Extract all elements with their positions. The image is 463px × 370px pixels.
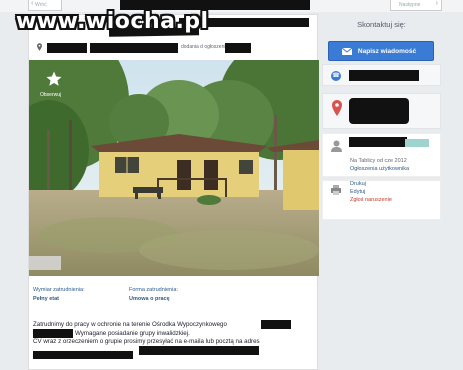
- redacted-text: [33, 329, 73, 338]
- location-row: dodania d ogłoszenia: [33, 43, 313, 53]
- actions-box: Drukuj Edytuj Zgłoś naruszenie: [322, 180, 441, 220]
- phone-icon: ☎: [331, 71, 341, 81]
- redacted-address-2: [33, 351, 133, 359]
- report-link[interactable]: Zgłoś naruszenie: [350, 197, 392, 203]
- user-ads-link[interactable]: Ogłoszenia użytkownika: [350, 166, 409, 172]
- send-message-label: Napisz wiadomość: [357, 48, 417, 55]
- next-button[interactable]: Następne: [390, 0, 442, 11]
- employment-type: Wymiar zatrudnienia: Pełny etat: [33, 287, 85, 302]
- bungalow-photo: [29, 60, 319, 276]
- star-icon[interactable]: [45, 70, 63, 88]
- redacted-location: [47, 43, 87, 53]
- redacted-phone: [349, 70, 419, 81]
- edit-link[interactable]: Edytuj: [350, 189, 365, 195]
- redacted-address: [139, 346, 259, 355]
- watermark-logo: www.wiocha.pl: [16, 9, 209, 34]
- redacted-resort-name: [261, 320, 291, 329]
- contract-type-label: Forma zatrudnienia:: [129, 287, 178, 293]
- posted-label: dodania d ogłoszenia: [181, 44, 229, 50]
- employment-type-value[interactable]: Pełny etat: [33, 296, 85, 302]
- contract-type-value[interactable]: Umowa o pracę: [129, 296, 178, 302]
- contract-type: Forma zatrudnienia: Umowa o pracę: [129, 287, 178, 302]
- send-message-button[interactable]: Napisz wiadomość: [328, 41, 434, 61]
- listing-panel: dodania d ogłoszenia Obserwuj Wymiar zat…: [28, 14, 319, 370]
- user-box: Na Tablicy od cze 2012 Ogłoszenia użytko…: [322, 133, 441, 177]
- member-since: Na Tablicy od cze 2012: [350, 158, 407, 164]
- listing-photo[interactable]: Obserwuj: [29, 60, 319, 276]
- employment-type-label: Wymiar zatrudnienia:: [33, 287, 85, 293]
- page: Wróć Następne dodania d ogłoszenia: [0, 0, 463, 370]
- favorite-label: Obserwuj: [40, 92, 62, 98]
- location-box[interactable]: [322, 93, 441, 129]
- phone-row[interactable]: ☎: [322, 64, 441, 86]
- print-link[interactable]: Drukuj: [350, 181, 366, 187]
- map-pin-icon: [37, 43, 42, 51]
- contact-sidebar: Skontaktuj się: Napisz wiadomość ☎ Na Ta…: [322, 14, 441, 370]
- user-badge: [405, 139, 429, 147]
- contact-title: Skontaktuj się:: [357, 20, 406, 29]
- redacted-date: [225, 43, 251, 53]
- redacted-location-2: [90, 43, 178, 53]
- redacted-location-box: [349, 98, 409, 124]
- printer-icon: [331, 185, 341, 195]
- back-label: Wróć: [35, 2, 47, 8]
- redacted-username: [349, 137, 407, 147]
- envelope-icon: [342, 48, 352, 55]
- description-line: Wymagane posiadanie grupy inwalidzkiej.: [75, 329, 190, 337]
- map-marker-icon: [332, 100, 342, 116]
- user-icon: [331, 140, 342, 152]
- next-label: Następne: [399, 2, 421, 8]
